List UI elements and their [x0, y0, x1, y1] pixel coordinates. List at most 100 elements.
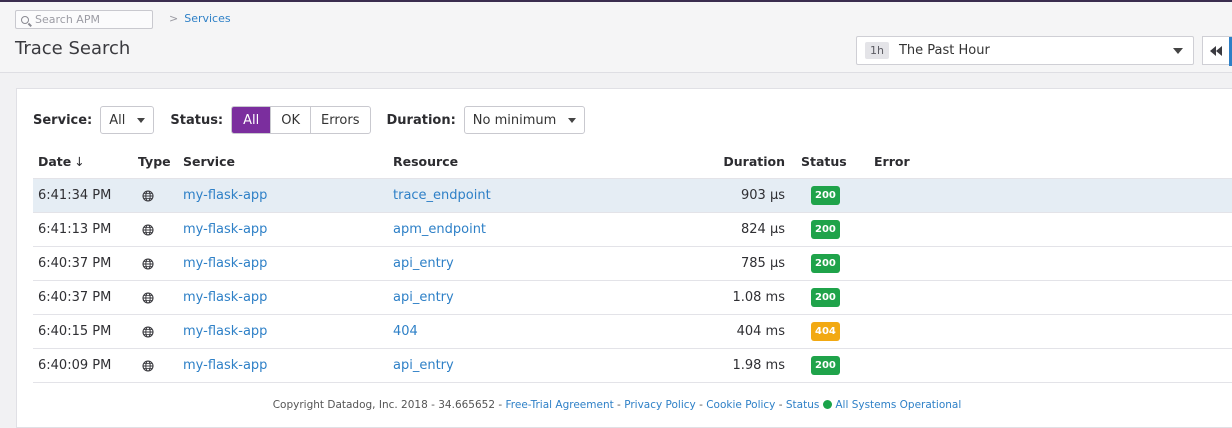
- status-filter-label: Status:: [170, 112, 224, 128]
- cell-service: my-flask-app: [183, 246, 393, 281]
- cell-status: 200: [787, 246, 874, 281]
- status-option-ok[interactable]: OK: [270, 107, 310, 133]
- breadcrumb-services-link[interactable]: Services: [184, 12, 230, 25]
- table-row[interactable]: 6:40:37 PM my-flask-app api_entry 785 μs 200: [33, 246, 1232, 281]
- resource-link[interactable]: api_entry: [393, 358, 454, 373]
- search-icon: [21, 15, 29, 24]
- service-filter-value: All: [109, 112, 126, 128]
- status-badge: 200: [811, 254, 840, 273]
- page-title: Trace Search: [15, 38, 131, 59]
- column-header-duration[interactable]: Duration: [693, 145, 787, 179]
- service-link[interactable]: my-flask-app: [183, 358, 267, 373]
- traces-table: Date ↓ Type Service Resource Duration Sta…: [33, 145, 1232, 383]
- resource-link[interactable]: trace_endpoint: [393, 188, 491, 203]
- footer: Copyright Datadog, Inc. 2018 - 34.665652…: [17, 399, 1217, 411]
- cell-duration: 1.08 ms: [693, 280, 787, 315]
- status-badge: 404: [811, 322, 840, 341]
- cell-status: 404: [787, 314, 874, 349]
- column-header-date[interactable]: Date ↓: [33, 145, 138, 179]
- cell-error: [874, 246, 1232, 281]
- cell-date: 6:41:34 PM: [33, 178, 138, 213]
- globe-icon: [142, 257, 154, 270]
- cell-service: my-flask-app: [183, 280, 393, 315]
- status-link[interactable]: Status: [786, 399, 819, 411]
- systems-status-link[interactable]: All Systems Operational: [835, 399, 961, 411]
- table-row[interactable]: 6:40:15 PM my-flask-app 404 404 ms 404: [33, 314, 1232, 349]
- status-badge: 200: [811, 288, 840, 307]
- cell-service: my-flask-app: [183, 314, 393, 349]
- resource-link[interactable]: 404: [393, 324, 418, 339]
- rewind-time-button[interactable]: [1202, 36, 1232, 66]
- resource-link[interactable]: apm_endpoint: [393, 222, 486, 237]
- footer-copyright: Copyright Datadog, Inc. 2018 - 34.665652…: [272, 399, 506, 411]
- column-header-error: Error: [874, 154, 910, 169]
- trace-panel: Service: All Status: All OK Errors Durat…: [16, 88, 1232, 428]
- status-ok-dot-icon: [823, 400, 833, 409]
- service-link[interactable]: my-flask-app: [183, 188, 267, 203]
- time-range-label: The Past Hour: [898, 43, 990, 58]
- status-badge: 200: [811, 186, 840, 205]
- sort-desc-icon: ↓: [74, 154, 85, 169]
- service-filter-label: Service:: [33, 112, 93, 128]
- table-header-row: Date ↓ Type Service Resource Duration Sta…: [33, 145, 1232, 179]
- cookie-policy-link[interactable]: Cookie Policy: [706, 399, 775, 411]
- cell-error: [874, 314, 1232, 349]
- cell-duration: 903 μs: [693, 178, 787, 213]
- cell-type: [138, 212, 183, 247]
- table-row[interactable]: 6:40:37 PM my-flask-app api_entry 1.08 ms 20…: [33, 280, 1232, 315]
- cell-date: 6:41:13 PM: [33, 212, 138, 247]
- breadcrumb-separator-icon: >: [169, 12, 179, 25]
- status-option-errors[interactable]: Errors: [310, 107, 369, 133]
- cell-type: [138, 280, 183, 315]
- service-link[interactable]: my-flask-app: [183, 222, 267, 237]
- search-box[interactable]: [15, 10, 153, 29]
- service-filter-dropdown[interactable]: All: [100, 106, 155, 134]
- cell-service: my-flask-app: [183, 212, 393, 247]
- privacy-policy-link[interactable]: Privacy Policy: [624, 399, 696, 411]
- service-link[interactable]: my-flask-app: [183, 324, 267, 339]
- search-input[interactable]: [33, 12, 147, 27]
- chevron-down-icon: [568, 117, 577, 123]
- chevron-down-icon: [1173, 47, 1183, 54]
- cell-status: 200: [787, 280, 874, 315]
- cell-error: [874, 280, 1232, 315]
- status-badge: 200: [811, 220, 840, 239]
- duration-filter-dropdown[interactable]: No minimum: [463, 106, 586, 134]
- duration-filter-value: No minimum: [472, 112, 557, 128]
- cell-type: [138, 314, 183, 349]
- globe-icon: [142, 223, 154, 236]
- column-header-resource: Resource: [393, 154, 459, 169]
- column-header-status: Status: [801, 154, 847, 169]
- table-row[interactable]: 6:41:34 PM my-flask-app trace_endpoint 903 …: [33, 178, 1232, 213]
- cell-resource: apm_endpoint: [393, 212, 693, 247]
- footer-sep: -: [775, 399, 786, 411]
- resource-link[interactable]: api_entry: [393, 256, 454, 271]
- table-row[interactable]: 6:41:13 PM my-flask-app apm_endpoint 824 μs…: [33, 212, 1232, 247]
- service-link[interactable]: my-flask-app: [183, 290, 267, 305]
- footer-sep: -: [613, 399, 625, 411]
- cell-type: [138, 348, 183, 383]
- time-range-picker[interactable]: 1h The Past Hour: [856, 36, 1194, 65]
- globe-icon: [142, 189, 154, 202]
- cell-resource: api_entry: [393, 246, 693, 281]
- globe-icon: [142, 291, 154, 304]
- time-range-badge: 1h: [865, 42, 889, 59]
- cell-date: 6:40:37 PM: [33, 280, 138, 315]
- status-option-all[interactable]: All: [232, 107, 271, 133]
- cell-duration: 404 ms: [693, 314, 787, 349]
- cell-type: [138, 246, 183, 281]
- cell-status: 200: [787, 178, 874, 213]
- resource-link[interactable]: api_entry: [393, 290, 454, 305]
- cell-service: my-flask-app: [183, 348, 393, 383]
- service-link[interactable]: my-flask-app: [183, 256, 267, 271]
- cell-service: my-flask-app: [183, 178, 393, 213]
- breadcrumb: > Services: [169, 12, 231, 25]
- table-row[interactable]: 6:40:09 PM my-flask-app api_entry 1.98 ms 20…: [33, 348, 1232, 383]
- cell-resource: 404: [393, 314, 693, 349]
- free-trial-link[interactable]: Free-Trial Agreement: [506, 399, 614, 411]
- cell-duration: 824 μs: [693, 212, 787, 247]
- rewind-icon: [1210, 45, 1222, 56]
- cell-status: 200: [787, 348, 874, 383]
- cell-type: [138, 178, 183, 213]
- cell-error: [874, 178, 1232, 213]
